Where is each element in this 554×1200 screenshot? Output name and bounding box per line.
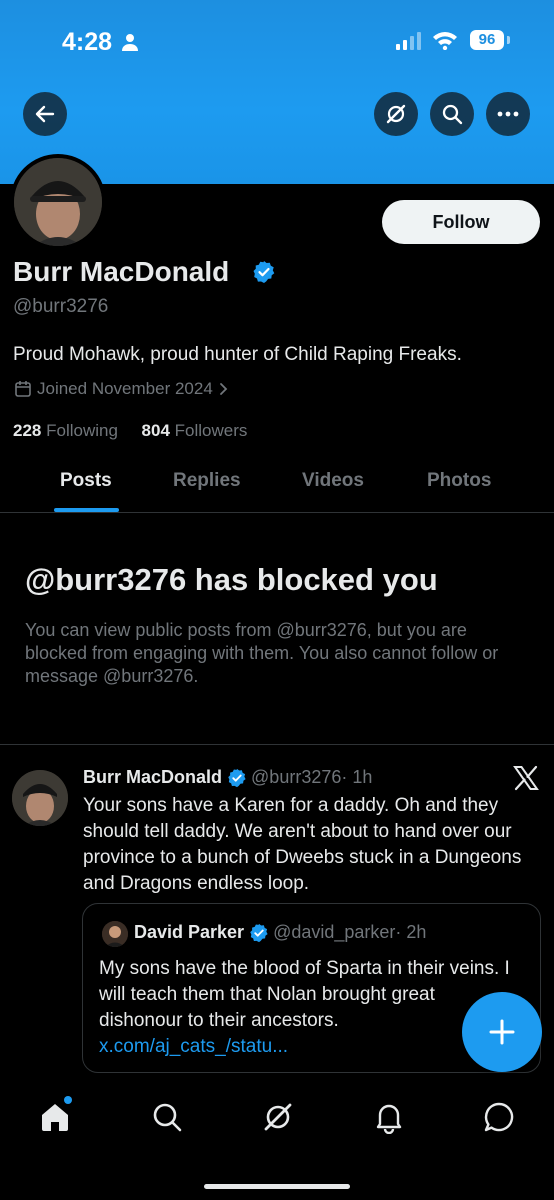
- chevron-right-icon: [219, 383, 228, 395]
- followers-count: 804: [141, 421, 170, 440]
- home-icon[interactable]: [38, 1100, 72, 1134]
- search-icon: [442, 104, 463, 125]
- profile-handle: @burr3276: [13, 296, 109, 317]
- grok-icon: [386, 104, 406, 124]
- more-dots-icon: [497, 111, 519, 117]
- post-text: Your sons have a Karen for a daddy. Oh a…: [83, 795, 522, 894]
- profile-avatar[interactable]: [10, 154, 106, 250]
- more-button[interactable]: [486, 92, 530, 136]
- battery-tip: [507, 36, 510, 44]
- battery-indicator: 96: [470, 30, 504, 50]
- quoted-author-name: David Parker: [134, 922, 245, 942]
- follow-button[interactable]: Follow: [382, 200, 540, 244]
- grok-button[interactable]: [374, 92, 418, 136]
- quoted-post-header: David Parker @david_parker · 2h: [134, 922, 426, 943]
- post-author-handle[interactable]: @burr3276: [251, 767, 341, 788]
- quoted-post-text-block: My sons have the blood of Sparta in thei…: [99, 956, 519, 1060]
- cellular-signal-icon: [396, 32, 421, 50]
- tab-replies[interactable]: Replies: [173, 470, 241, 492]
- blocked-divider: [0, 744, 554, 745]
- verified-badge-icon: [250, 923, 268, 942]
- post-time: · 1h: [341, 767, 373, 787]
- profile-name: Burr MacDonald: [13, 256, 230, 287]
- post-header: Burr MacDonald @burr3276 · 1h: [83, 767, 372, 788]
- home-indicator: [204, 1184, 350, 1189]
- quoted-post-text: My sons have the blood of Sparta in thei…: [99, 958, 510, 1031]
- profile-photo: [14, 158, 102, 246]
- status-time: 4:28: [62, 28, 113, 56]
- tab-posts[interactable]: Posts: [60, 470, 112, 492]
- quoted-author-handle: @david_parker: [273, 922, 396, 942]
- bell-icon[interactable]: [372, 1100, 406, 1134]
- wifi-icon: [433, 32, 457, 50]
- quoted-post-time: · 2h: [395, 922, 427, 942]
- joined-date: Joined November 2024: [37, 379, 213, 398]
- post-author-photo: [12, 770, 68, 826]
- home-notification-dot: [64, 1096, 72, 1104]
- messages-icon[interactable]: [482, 1100, 516, 1134]
- followers-label: Followers: [174, 421, 248, 440]
- followers-link[interactable]: 804 Followers: [142, 421, 248, 440]
- x-logo-icon[interactable]: [513, 765, 539, 791]
- quoted-author-avatar: [102, 921, 128, 947]
- following-link[interactable]: 228 Following: [13, 421, 118, 440]
- verified-badge-icon: [228, 768, 246, 787]
- plus-icon: [489, 1019, 515, 1045]
- tab-photos[interactable]: Photos: [427, 470, 491, 492]
- following-count: 228: [13, 421, 42, 440]
- tab-videos[interactable]: Videos: [302, 470, 364, 492]
- follow-stats: 228 Following 804 Followers: [13, 421, 247, 441]
- quoted-post-link[interactable]: x.com/aj_cats_/statu...: [99, 1036, 288, 1057]
- back-button[interactable]: [23, 92, 67, 136]
- search-button[interactable]: [430, 92, 474, 136]
- person-icon: [122, 34, 138, 51]
- following-label: Following: [46, 421, 118, 440]
- joined-date-row[interactable]: Joined November 2024: [13, 379, 231, 399]
- search-icon[interactable]: [150, 1100, 184, 1134]
- grok-icon[interactable]: [261, 1100, 295, 1134]
- arrow-left-icon: [35, 105, 55, 123]
- profile-bio: Proud Mohawk, proud hunter of Child Rapi…: [13, 344, 462, 365]
- blocked-description: You can view public posts from @burr3276…: [25, 620, 499, 686]
- calendar-icon: [15, 381, 31, 397]
- compose-button[interactable]: [462, 992, 542, 1072]
- quoted-author-photo: [102, 921, 128, 947]
- blocked-title: @burr3276 has blocked you: [25, 562, 438, 597]
- post-author-avatar[interactable]: [12, 770, 68, 826]
- tabs-divider: [0, 512, 554, 513]
- post-author-name[interactable]: Burr MacDonald: [83, 767, 222, 788]
- verified-badge-icon[interactable]: [252, 260, 276, 284]
